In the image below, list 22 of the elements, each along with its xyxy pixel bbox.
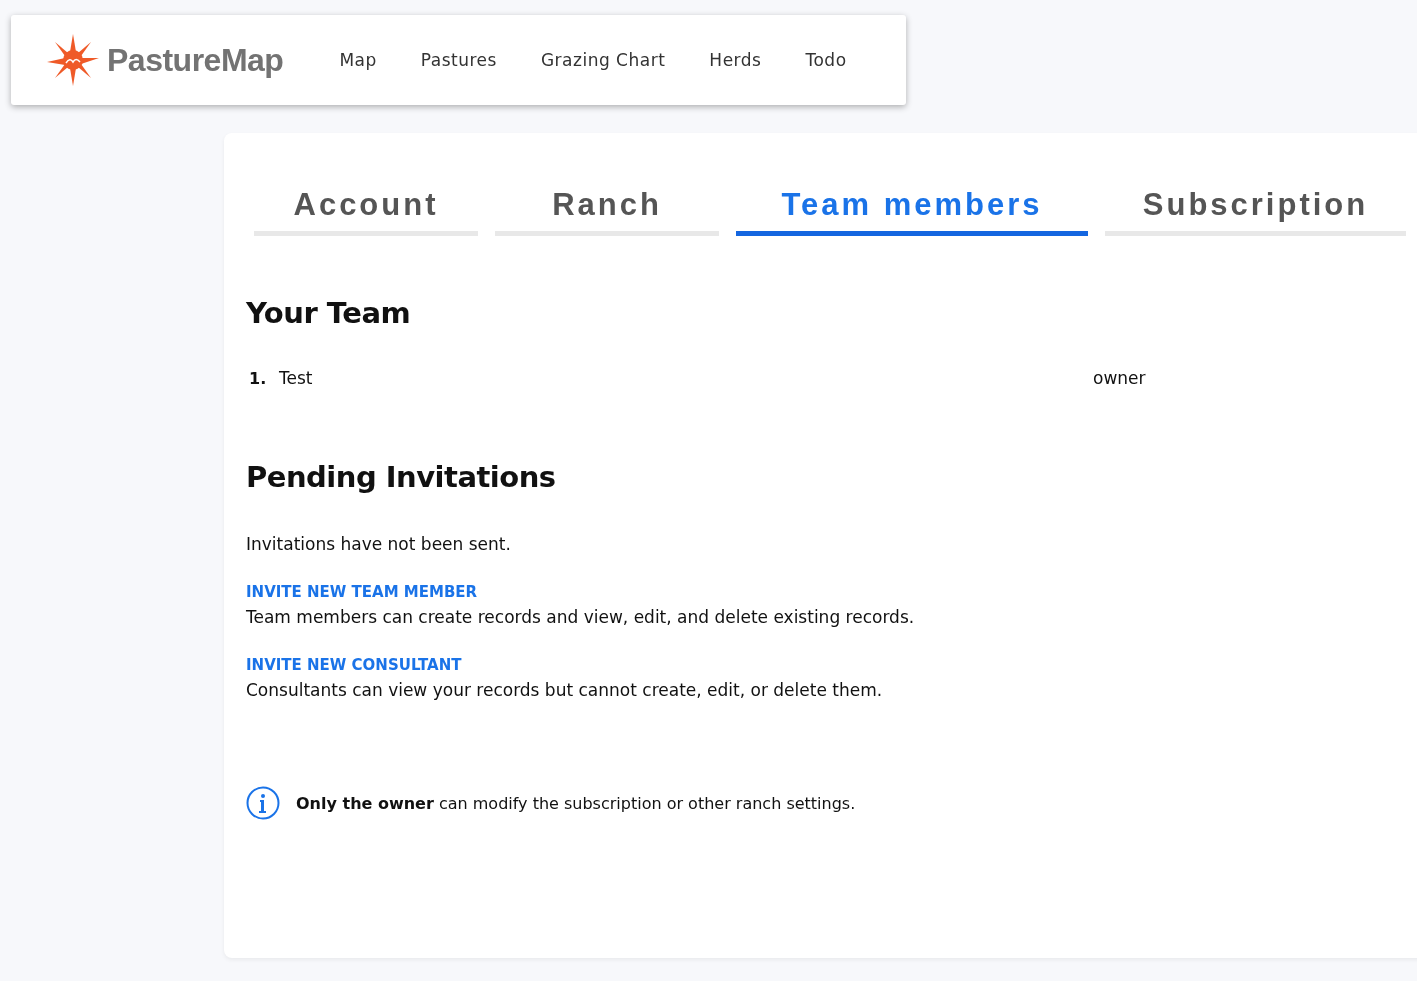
section-heading: Pending Invitations: [246, 460, 557, 494]
logo-text[interactable]: PastureMap: [107, 41, 284, 79]
nav-link[interactable]: Todo: [783, 50, 869, 70]
info-icon: [246, 786, 280, 820]
member-name: Test: [279, 368, 314, 388]
tab[interactable]: Subscription: [1105, 183, 1406, 236]
nav-link[interactable]: Grazing Chart: [518, 50, 688, 70]
nav-link[interactable]: Herds: [687, 50, 784, 70]
member-role: owner: [1093, 368, 1146, 388]
tab[interactable]: Ranch: [495, 183, 719, 236]
tab[interactable]: Team members: [736, 183, 1088, 236]
invite-description: Consultants can view your records but cannot create, edit, or delete them.: [246, 680, 884, 700]
nav-link[interactable]: Map: [317, 50, 399, 70]
nav-link[interactable]: Pastures: [398, 50, 519, 70]
status-text: Invitations have not been sent.: [246, 534, 512, 554]
info-note: Only the owner can modify the subscription or other ranch settings.: [296, 793, 856, 813]
section-heading: Your Team: [246, 296, 412, 330]
invite-link[interactable]: INVITE NEW CONSULTANT: [246, 656, 462, 674]
invite-link[interactable]: INVITE NEW TEAM MEMBER: [246, 583, 478, 601]
tab[interactable]: Account: [254, 183, 478, 236]
list-number: 1.: [249, 368, 268, 388]
invite-description: Team members can create records and view, edit, and delete existing records.: [246, 607, 916, 627]
